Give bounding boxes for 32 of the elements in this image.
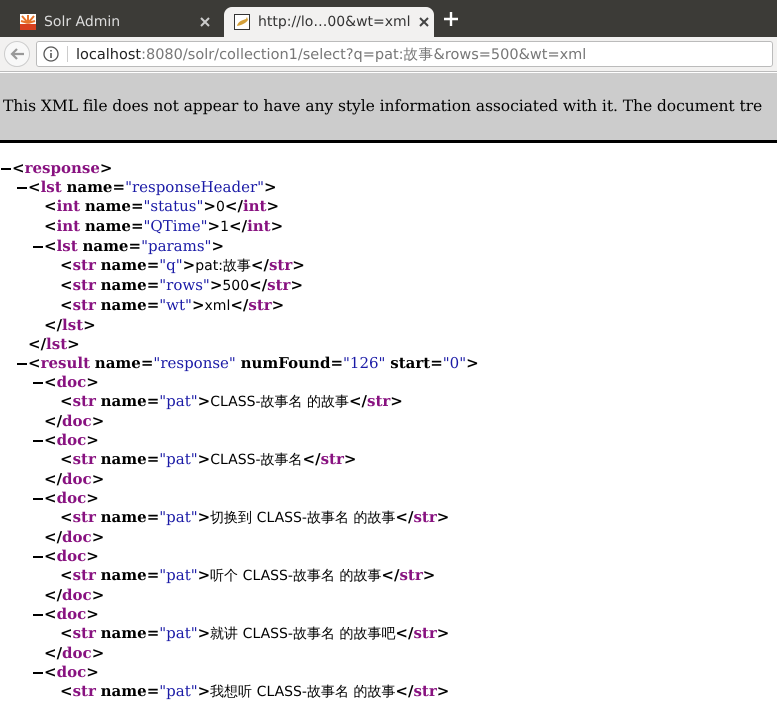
xml-line: <lst name="params"> (44, 237, 224, 256)
xml-line: <doc> (44, 373, 99, 392)
xml-line: <lst name="responseHeader"> (28, 178, 277, 197)
xml-line: </doc> (44, 470, 104, 489)
xml-line: <str name="pat">听个 CLASS-故事名 的故事</str> (60, 566, 436, 586)
xml-line: <str name="pat">切换到 CLASS-故事名 的故事</str> (60, 508, 450, 528)
xml-line: <str name="pat">CLASS-故事名</str> (60, 450, 356, 470)
xml-line: <doc> (44, 605, 99, 624)
xml-line: <str name="pat">我想听 CLASS-故事名 的故事</str> (60, 682, 450, 702)
xml-line: <result name="response" numFound="126" start="0"> (28, 354, 479, 373)
xml-line: </lst> (44, 316, 96, 335)
xml-line: <doc> (44, 431, 99, 450)
xml-line: <doc> (44, 663, 99, 682)
address-field[interactable]: localhost:8080/solr/collection1/select?q=pat:故事&rows=500&wt=xml (36, 41, 773, 67)
xml-line: </doc> (44, 528, 104, 547)
browser-tab[interactable]: http://lo…00&wt=xml (224, 7, 434, 37)
xml-line: <doc> (44, 547, 99, 566)
xml-line: </doc> (44, 586, 104, 605)
xml-line: <str name="pat">就讲 CLASS-故事名 的故事吧</str> (60, 624, 450, 644)
xml-line: <doc> (44, 489, 99, 508)
xml-line: </doc> (44, 644, 104, 663)
xml-line: </lst> (28, 335, 80, 354)
xml-line: <str name="wt">xml</str> (60, 296, 284, 316)
browser-tab[interactable]: Solr Admin (10, 7, 220, 37)
xml-line: <response> (12, 159, 112, 178)
xml-line: <str name="rows">500</str> (60, 276, 304, 296)
xml-line: <str name="q">pat:故事</str> (60, 256, 305, 276)
xml-line: </doc> (44, 412, 104, 431)
xml-line: <str name="pat">CLASS-故事名 的故事</str> (60, 392, 403, 412)
xml-line: <int name="status">0</int> (44, 197, 280, 217)
info-message: This XML file does not appear to have any style information associated with it. The document tre (2, 96, 762, 115)
xml-line: <int name="QTime">1</int> (44, 217, 284, 237)
